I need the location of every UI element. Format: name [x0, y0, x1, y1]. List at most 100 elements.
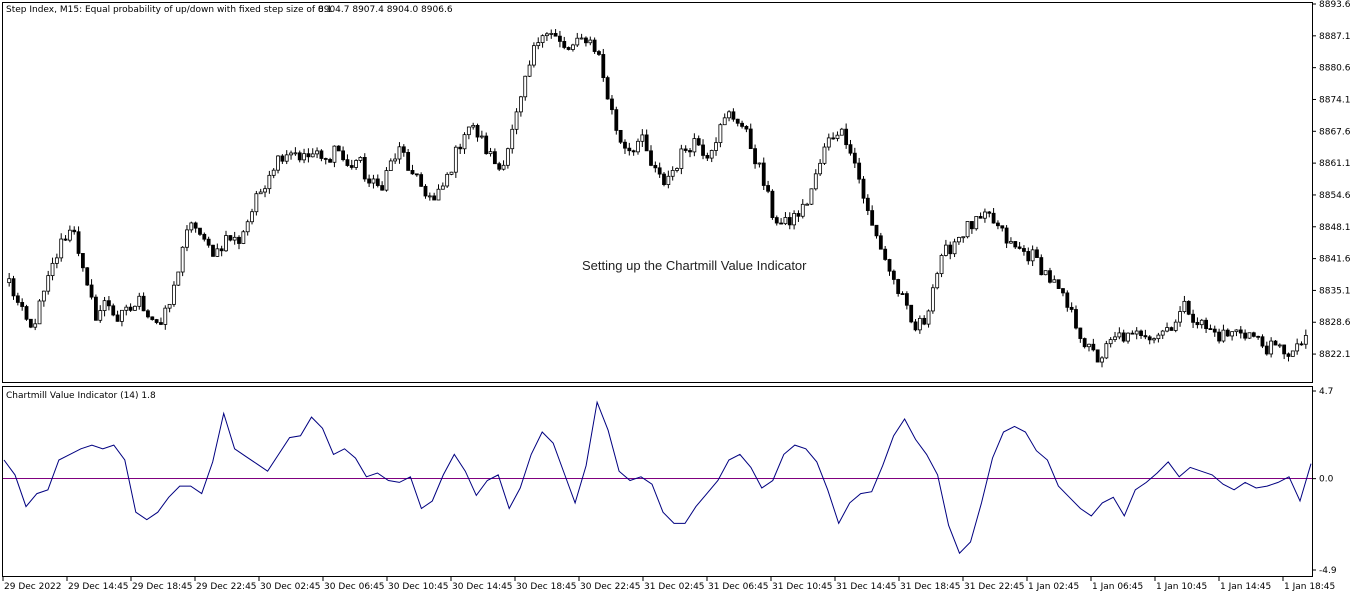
candle-body — [120, 309, 124, 322]
candle-body — [28, 318, 33, 328]
candle-body — [978, 216, 983, 219]
candle-body — [549, 33, 554, 35]
candle-body — [241, 231, 246, 244]
candle-body — [930, 287, 935, 312]
candle-body — [1039, 257, 1044, 276]
candle-body — [150, 316, 155, 320]
candle-body — [917, 317, 922, 331]
candle-body — [1212, 328, 1217, 333]
candle-body — [180, 246, 185, 273]
candle-body — [1238, 329, 1243, 334]
candle-body — [779, 222, 783, 225]
candle-body — [289, 152, 293, 156]
indicator-title: Chartmill Value Indicator (14) 1.8 — [6, 391, 156, 401]
candle-body — [1160, 330, 1165, 336]
candle-body — [215, 248, 220, 257]
candle-body — [497, 163, 502, 170]
candle-body — [1182, 300, 1187, 312]
time-axis-label: 1 Jan 06:45 — [1092, 582, 1143, 592]
candle-body — [558, 35, 562, 42]
candle-body — [406, 152, 411, 171]
candle-body — [636, 140, 640, 153]
indicator-axis-label: 4.7 — [1319, 387, 1333, 397]
candle-body — [211, 244, 215, 257]
candle-body — [1052, 279, 1057, 283]
candle-body — [1277, 344, 1282, 347]
candle-body — [250, 211, 254, 223]
time-axis-label: 1 Jan 18:45 — [1284, 582, 1335, 592]
candle-body — [692, 138, 697, 153]
candle-body — [913, 321, 918, 331]
candle-body — [731, 111, 736, 120]
candle-body — [115, 314, 120, 322]
candle-body — [1273, 340, 1278, 346]
candle-body — [939, 255, 944, 275]
candle-body — [72, 229, 77, 233]
candle-body — [926, 310, 931, 325]
candle-body — [332, 145, 337, 163]
candle-body — [627, 147, 632, 152]
candle-body — [718, 124, 723, 144]
candle-body — [670, 170, 675, 177]
candle-body — [1169, 327, 1174, 331]
price-axis-label: 8861.1 — [1319, 159, 1351, 169]
candle-body — [419, 174, 424, 187]
candle-body — [1139, 330, 1143, 336]
candle-body — [453, 146, 458, 173]
candle-body — [358, 157, 363, 161]
candle-body — [1290, 350, 1295, 357]
candle-body — [107, 300, 111, 307]
candle-body — [349, 165, 354, 168]
candle-body — [1225, 329, 1230, 337]
candle-body — [267, 174, 272, 190]
candle-body — [1104, 343, 1109, 359]
time-axis-label: 31 Dec 22:45 — [964, 582, 1025, 592]
chart-annotation: Setting up the Chartmill Value Indicator — [582, 258, 807, 273]
candle-body — [1147, 336, 1152, 341]
candle-body — [813, 173, 818, 190]
candle-body — [146, 310, 150, 318]
time-axis: 29 Dec 2022 29 Dec 14:45 29 Dec 18:45 29 De… — [2, 577, 1335, 592]
time-axis-label: 30 Dec 10:45 — [388, 582, 449, 592]
candle-body — [198, 227, 202, 235]
candle-body — [796, 213, 801, 217]
candle-body — [770, 190, 775, 218]
candle-body — [219, 248, 224, 252]
candle-body — [701, 144, 705, 156]
candle-body — [85, 267, 90, 286]
candle-body — [657, 167, 662, 175]
candle-body — [1022, 248, 1026, 252]
price-axis-label: 8835.1 — [1319, 286, 1351, 296]
time-axis-label: 30 Dec 14:45 — [452, 582, 513, 592]
candle-body — [141, 295, 146, 312]
candle-body — [414, 173, 419, 176]
price-axis-label: 8828.6 — [1319, 318, 1351, 328]
candle-body — [1247, 332, 1252, 339]
candle-body — [254, 193, 259, 213]
candle-body — [1295, 343, 1300, 352]
candle-body — [479, 135, 484, 138]
candle-body — [1260, 336, 1265, 347]
candle-body — [375, 178, 380, 186]
candle-body — [1113, 336, 1117, 340]
candle-body — [1264, 345, 1269, 355]
candle-body — [510, 128, 515, 150]
candle-body — [679, 148, 684, 169]
candle-body — [514, 111, 519, 130]
candle-body — [592, 39, 597, 52]
candle-body — [137, 295, 142, 307]
candle-body — [900, 293, 905, 295]
candle-body — [753, 148, 757, 165]
candle-body — [1143, 335, 1148, 338]
candle-body — [970, 221, 974, 230]
candle-body — [1069, 306, 1074, 310]
candle-body — [783, 217, 788, 225]
candle-body — [224, 235, 228, 252]
candle-body — [597, 51, 601, 55]
candle-body — [466, 126, 471, 136]
candle-body — [943, 244, 948, 256]
candle-body — [805, 203, 810, 206]
candle-body — [662, 173, 666, 185]
candle-body — [618, 129, 623, 143]
candle-body — [1208, 328, 1213, 330]
